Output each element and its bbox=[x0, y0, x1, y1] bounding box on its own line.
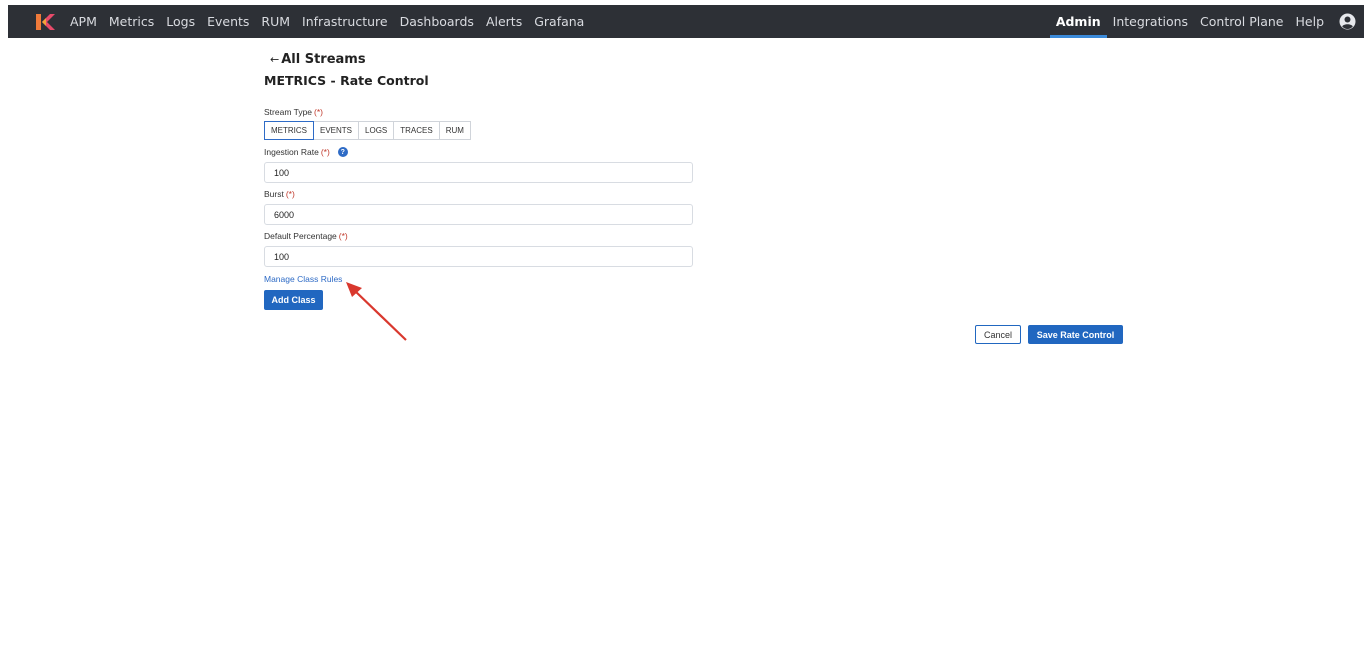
nav-item-dashboards[interactable]: Dashboards bbox=[394, 5, 480, 38]
stream-type-rum[interactable]: RUM bbox=[439, 121, 471, 140]
required-mark: (*) bbox=[320, 147, 330, 157]
back-to-all-streams-link[interactable]: ← All Streams bbox=[270, 50, 1124, 68]
required-mark: (*) bbox=[314, 107, 324, 117]
burst-label: Burst (*) bbox=[264, 188, 1124, 200]
nav-right-group: Admin Integrations Control Plane Help bbox=[1049, 5, 1364, 38]
ingestion-rate-label-text: Ingestion Rate bbox=[264, 147, 319, 157]
default-percentage-label-text: Default Percentage bbox=[264, 231, 337, 241]
stream-type-selector: METRICS EVENTS LOGS TRACES RUM bbox=[264, 121, 1124, 140]
required-mark: (*) bbox=[285, 189, 295, 199]
nav-item-metrics[interactable]: Metrics bbox=[103, 5, 160, 38]
stream-type-label-text: Stream Type bbox=[264, 107, 313, 117]
nav-item-infrastructure[interactable]: Infrastructure bbox=[296, 5, 394, 38]
nav-item-help[interactable]: Help bbox=[1290, 5, 1331, 38]
cancel-button[interactable]: Cancel bbox=[975, 325, 1021, 344]
nav-item-admin[interactable]: Admin bbox=[1049, 5, 1107, 38]
nav-left-group: APM Metrics Logs Events RUM Infrastructu… bbox=[64, 5, 590, 38]
add-class-button[interactable]: Add Class bbox=[264, 290, 323, 310]
top-nav-bar: APM Metrics Logs Events RUM Infrastructu… bbox=[8, 5, 1364, 38]
ingestion-rate-input[interactable]: 100 bbox=[264, 162, 693, 183]
stream-type-metrics[interactable]: METRICS bbox=[264, 121, 314, 140]
nav-item-alerts[interactable]: Alerts bbox=[480, 5, 528, 38]
nav-item-events[interactable]: Events bbox=[201, 5, 255, 38]
stream-type-events[interactable]: EVENTS bbox=[314, 121, 360, 140]
nav-item-integrations[interactable]: Integrations bbox=[1107, 5, 1194, 38]
burst-input[interactable]: 6000 bbox=[264, 204, 693, 225]
stream-type-traces[interactable]: TRACES bbox=[394, 121, 440, 140]
save-rate-control-button[interactable]: Save Rate Control bbox=[1028, 325, 1123, 344]
k-logo-icon[interactable] bbox=[34, 11, 56, 33]
back-link-label: All Streams bbox=[281, 51, 366, 67]
nav-item-apm[interactable]: APM bbox=[64, 5, 103, 38]
default-percentage-input[interactable]: 100 bbox=[264, 246, 693, 267]
manage-class-rules-link[interactable]: Manage Class Rules bbox=[264, 274, 342, 286]
ingestion-rate-label: Ingestion Rate (*) ? bbox=[264, 146, 1124, 158]
stream-type-logs[interactable]: LOGS bbox=[359, 121, 395, 140]
question-circle-icon[interactable]: ? bbox=[337, 147, 348, 157]
stream-type-label: Stream Type (*) bbox=[264, 106, 1124, 118]
annotation-arrow-icon bbox=[346, 282, 407, 341]
default-percentage-label: Default Percentage (*) bbox=[264, 230, 1124, 242]
burst-label-text: Burst bbox=[264, 189, 284, 199]
page-title: METRICS - Rate Control bbox=[264, 73, 429, 88]
nav-item-grafana[interactable]: Grafana bbox=[528, 5, 590, 38]
nav-item-control-plane[interactable]: Control Plane bbox=[1194, 5, 1289, 38]
nav-item-logs[interactable]: Logs bbox=[160, 5, 201, 38]
arrow-left-icon: ← bbox=[270, 52, 280, 66]
user-circle-icon[interactable] bbox=[1330, 5, 1364, 38]
nav-item-rum[interactable]: RUM bbox=[255, 5, 296, 38]
rate-control-form: ← All Streams METRICS - Rate Control Str… bbox=[264, 50, 1124, 310]
required-mark: (*) bbox=[338, 231, 348, 241]
